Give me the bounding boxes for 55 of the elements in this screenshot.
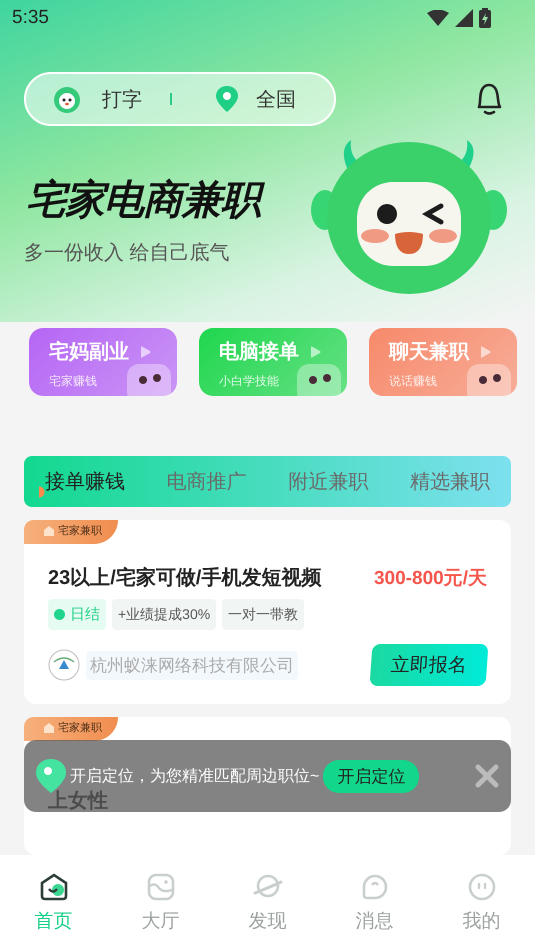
- play-icon: [141, 346, 151, 358]
- nav-label[interactable]: 消息: [356, 908, 394, 934]
- job-badge: 日结: [48, 599, 106, 630]
- nav-tab[interactable]: 我的: [462, 872, 500, 934]
- category-tab[interactable]: 精选兼职: [404, 464, 496, 499]
- toast-message: 开启定位，为您精准匹配周边职位~: [70, 766, 320, 786]
- tag-label: 宅家兼职: [58, 720, 102, 735]
- nav-tab[interactable]: 首页: [34, 872, 72, 934]
- face-icon: [466, 872, 496, 902]
- company-name: 杭州蚁涞网络科技有限公司: [86, 650, 298, 680]
- play-icon: [481, 346, 491, 358]
- promo-card[interactable]: 宅妈副业 宅家赚钱: [29, 328, 177, 396]
- job-title: 23以上/宅家可做/手机发短视频: [48, 566, 322, 591]
- house-icon: [44, 722, 54, 732]
- salary: 300-800元/天: [374, 566, 487, 590]
- nav-label[interactable]: 我的: [462, 908, 500, 934]
- promo-subtitle: 小白学技能: [219, 373, 280, 390]
- category-tab[interactable]: 附近兼职: [282, 464, 374, 499]
- tag-label: 宅家兼职: [58, 524, 102, 538]
- wave-square-icon: [146, 872, 176, 902]
- apply-button[interactable]: 立即报名: [370, 644, 488, 686]
- play-icon: [311, 346, 321, 358]
- hero-subtitle: 多一份收入 给自己底气: [24, 240, 231, 266]
- nav-label[interactable]: 发现: [248, 908, 286, 934]
- job-badge: 一对一带教: [222, 599, 304, 630]
- nav-tab[interactable]: 消息: [356, 872, 394, 934]
- category-label[interactable]: 打字: [102, 86, 142, 112]
- promo-subtitle: 宅家赚钱: [49, 373, 98, 390]
- promo-title: 电脑接单: [219, 340, 299, 365]
- nav-label[interactable]: 首页: [34, 908, 72, 934]
- location-pin-icon: [216, 86, 238, 112]
- location-label[interactable]: 全国: [256, 86, 296, 112]
- search-pill[interactable]: 打字 全国: [24, 72, 336, 126]
- job-badge: +业绩提成30%: [112, 599, 216, 630]
- promo-title: 宅妈副业: [49, 340, 129, 365]
- house-icon: [44, 526, 54, 536]
- company-logo-icon: [48, 649, 80, 681]
- house-icon: [38, 872, 68, 902]
- nav-tab[interactable]: 大厅: [142, 872, 180, 934]
- nav-label[interactable]: 大厅: [142, 908, 180, 934]
- promo-card[interactable]: 聊天兼职 说话赚钱: [369, 328, 517, 396]
- nav-tab[interactable]: 发现: [248, 872, 286, 934]
- job-card[interactable]: 宅家兼职 23以上/宅家可做/手机发短视频 300-800元/天 日结 +业绩提成30% 一对一带教 杭州蚁涞网络科技有限公司 立即报名: [24, 520, 511, 704]
- status-time: 5:35: [12, 7, 49, 29]
- enable-location-button[interactable]: 开启定位: [323, 760, 420, 792]
- hero-title: 宅家电商兼职: [24, 170, 270, 228]
- promo-subtitle: 说话赚钱: [389, 373, 438, 390]
- category-tab[interactable]: 电商推广: [160, 464, 253, 499]
- chat-bubble-icon: [360, 872, 390, 902]
- promo-title: 聊天兼职: [389, 340, 469, 365]
- job-title: 上女性: [48, 789, 108, 814]
- promo-card[interactable]: 电脑接单 小白学技能: [199, 328, 347, 396]
- battery-icon: [479, 8, 491, 28]
- signal-icon: [455, 9, 473, 27]
- wifi-icon: [427, 10, 449, 26]
